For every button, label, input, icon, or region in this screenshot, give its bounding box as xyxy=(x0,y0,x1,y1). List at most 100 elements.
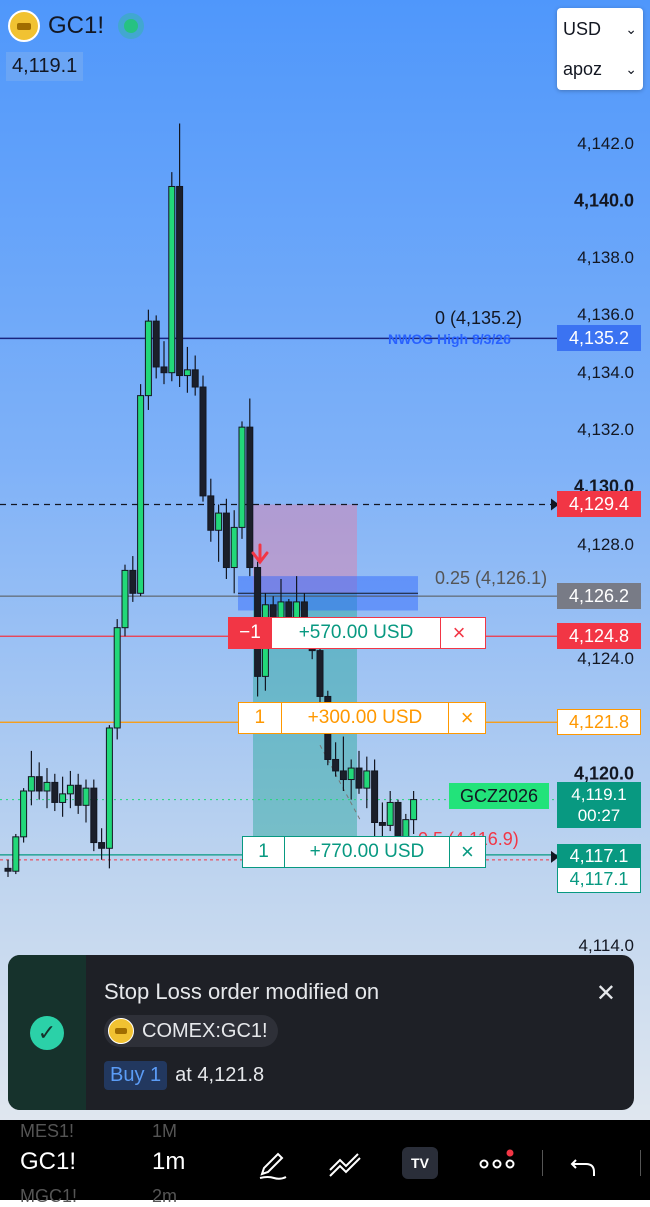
price-badge-orange: 4,121.8 xyxy=(557,709,641,736)
order-qty[interactable]: 1 xyxy=(243,837,285,867)
candle-body xyxy=(144,320,152,397)
candle-body xyxy=(74,784,82,806)
position-line[interactable]: 1 +770.00 USD × xyxy=(242,836,486,868)
chart-selectors: USD ⌄ apoz ⌄ xyxy=(557,8,643,90)
candle-body xyxy=(371,770,379,824)
nwog-annotation[interactable]: NWOG High 8/3/26 xyxy=(388,331,511,347)
toast-symbol: COMEX:GC1! xyxy=(142,1019,268,1042)
order-qty[interactable]: 1 xyxy=(239,703,282,733)
bottom-toolbar xyxy=(0,1120,650,1200)
price-axis-label: 4,140.0 xyxy=(573,190,634,211)
price-badge-blue: 4,135.2 xyxy=(557,325,641,352)
limit-order-line[interactable]: 1 +300.00 USD × xyxy=(238,702,486,734)
candle-body xyxy=(27,776,35,792)
candle-body xyxy=(12,836,20,872)
candle-body xyxy=(121,569,129,629)
candle-body xyxy=(51,781,59,803)
candle-body xyxy=(246,426,254,569)
order-qty[interactable]: −1 xyxy=(229,618,271,648)
toolbar-interval-button[interactable]: 1m xyxy=(152,1148,185,1176)
candle-body xyxy=(168,185,176,374)
symbol-header[interactable]: GC1! xyxy=(8,10,139,42)
more-icon[interactable] xyxy=(476,1146,520,1182)
undo-icon[interactable] xyxy=(568,1146,600,1182)
order-pnl: +770.00 USD xyxy=(309,841,425,862)
market-status-icon xyxy=(124,19,139,33)
price-axis-label: 4,124.0 xyxy=(577,649,634,669)
price-badge-red: 4,124.8 xyxy=(557,623,641,650)
price-axis-label: 4,132.0 xyxy=(577,420,634,439)
check-icon: ✓ xyxy=(30,1015,64,1050)
candle-body xyxy=(105,727,113,849)
account-select[interactable]: apoz ⌄ xyxy=(563,54,637,84)
price-axis-label: 4,114.0 xyxy=(578,935,634,955)
close-icon[interactable]: × xyxy=(440,618,477,648)
price-axis-label: 4,138.0 xyxy=(577,248,634,268)
candle-body xyxy=(238,426,246,528)
close-icon[interactable]: × xyxy=(448,837,485,867)
toast-detail: at 4,121.8 xyxy=(175,1064,265,1086)
bar-countdown: 00:27 xyxy=(577,806,621,825)
candle-body xyxy=(66,784,74,795)
candle-body xyxy=(347,767,355,781)
price-axis-label: 4,128.0 xyxy=(577,534,634,554)
candle-body xyxy=(199,386,207,497)
candle-body xyxy=(363,770,371,789)
tradingview-logo-icon[interactable]: TV xyxy=(402,1147,438,1179)
toolbar-separator xyxy=(640,1150,641,1176)
candle-body xyxy=(59,793,67,803)
chart-area[interactable]: GC1! 4,119.1 USD ⌄ apoz ⌄ 4,142.0 4,140.0… xyxy=(0,0,650,1140)
ghost-interval: 2m xyxy=(152,1186,178,1206)
price-badge-gray: 4,126.2 xyxy=(557,583,641,610)
symbol-name[interactable]: GC1! xyxy=(48,12,104,40)
notification-toast[interactable]: ✓ Stop Loss order modified on COMEX:GC1!… xyxy=(8,955,634,1110)
candle-body xyxy=(90,787,98,844)
currency-select[interactable]: USD ⌄ xyxy=(563,14,637,44)
candle-body xyxy=(183,369,191,377)
candle-body xyxy=(152,320,160,368)
candle-body xyxy=(176,185,184,377)
price-axis-label: 4,136.0 xyxy=(577,305,634,325)
stop-order-line[interactable]: −1 +570.00 USD × xyxy=(228,617,486,649)
fib-level-025-label: 0.25 (4,126.1) xyxy=(435,568,548,588)
chevron-down-icon: ⌄ xyxy=(625,60,637,77)
chevron-down-icon: ⌄ xyxy=(625,20,637,37)
candle-body xyxy=(386,801,394,826)
toast-symbol-pill[interactable]: COMEX:GC1! xyxy=(104,1015,278,1047)
close-icon[interactable]: ✕ xyxy=(596,979,616,1008)
candle-body xyxy=(43,781,51,792)
candle-body xyxy=(113,627,121,729)
price-badge-red: 4,129.4 xyxy=(557,491,641,518)
fib-level-0-label: 0 (4,135.2) xyxy=(435,308,523,328)
candle-body xyxy=(339,770,347,781)
gold-bar-icon xyxy=(108,1018,134,1044)
toast-order-detail: Buy 1 at 4,121.8 xyxy=(104,1061,264,1090)
candle-body xyxy=(378,822,386,826)
buy-side-badge: Buy 1 xyxy=(104,1061,168,1090)
toolbar-symbol-button[interactable]: GC1! xyxy=(20,1148,76,1176)
gold-bar-icon xyxy=(8,10,40,42)
candle-body xyxy=(129,569,137,594)
price-axis-label: 4,134.0 xyxy=(577,362,634,382)
candle-body xyxy=(332,758,340,772)
close-icon[interactable]: × xyxy=(448,703,485,733)
candle-body xyxy=(222,512,230,569)
candle-body xyxy=(98,842,106,849)
pen-icon[interactable] xyxy=(254,1146,290,1182)
candle-body xyxy=(355,767,363,789)
last-price-label: 4,119.1 xyxy=(6,52,84,81)
candle-body xyxy=(4,867,12,872)
toast-title: Stop Loss order modified on xyxy=(104,979,380,1004)
candle-body xyxy=(207,495,215,531)
currency-value: USD xyxy=(563,18,602,39)
candle-body xyxy=(160,366,168,374)
current-price-value: 4,119.1 xyxy=(571,785,627,804)
ghost-symbol: MES1! xyxy=(20,1121,75,1141)
price-badge-tealout: 4,117.1 xyxy=(557,866,641,893)
current-price-badge: 4,119.1 00:27 xyxy=(557,782,641,828)
ghost-symbol: MGC1! xyxy=(20,1186,78,1206)
ghost-interval: 1M xyxy=(152,1121,178,1141)
candle-body xyxy=(82,787,90,806)
drawing-tools-icon[interactable] xyxy=(326,1146,366,1182)
toast-status: ✓ xyxy=(8,955,86,1110)
